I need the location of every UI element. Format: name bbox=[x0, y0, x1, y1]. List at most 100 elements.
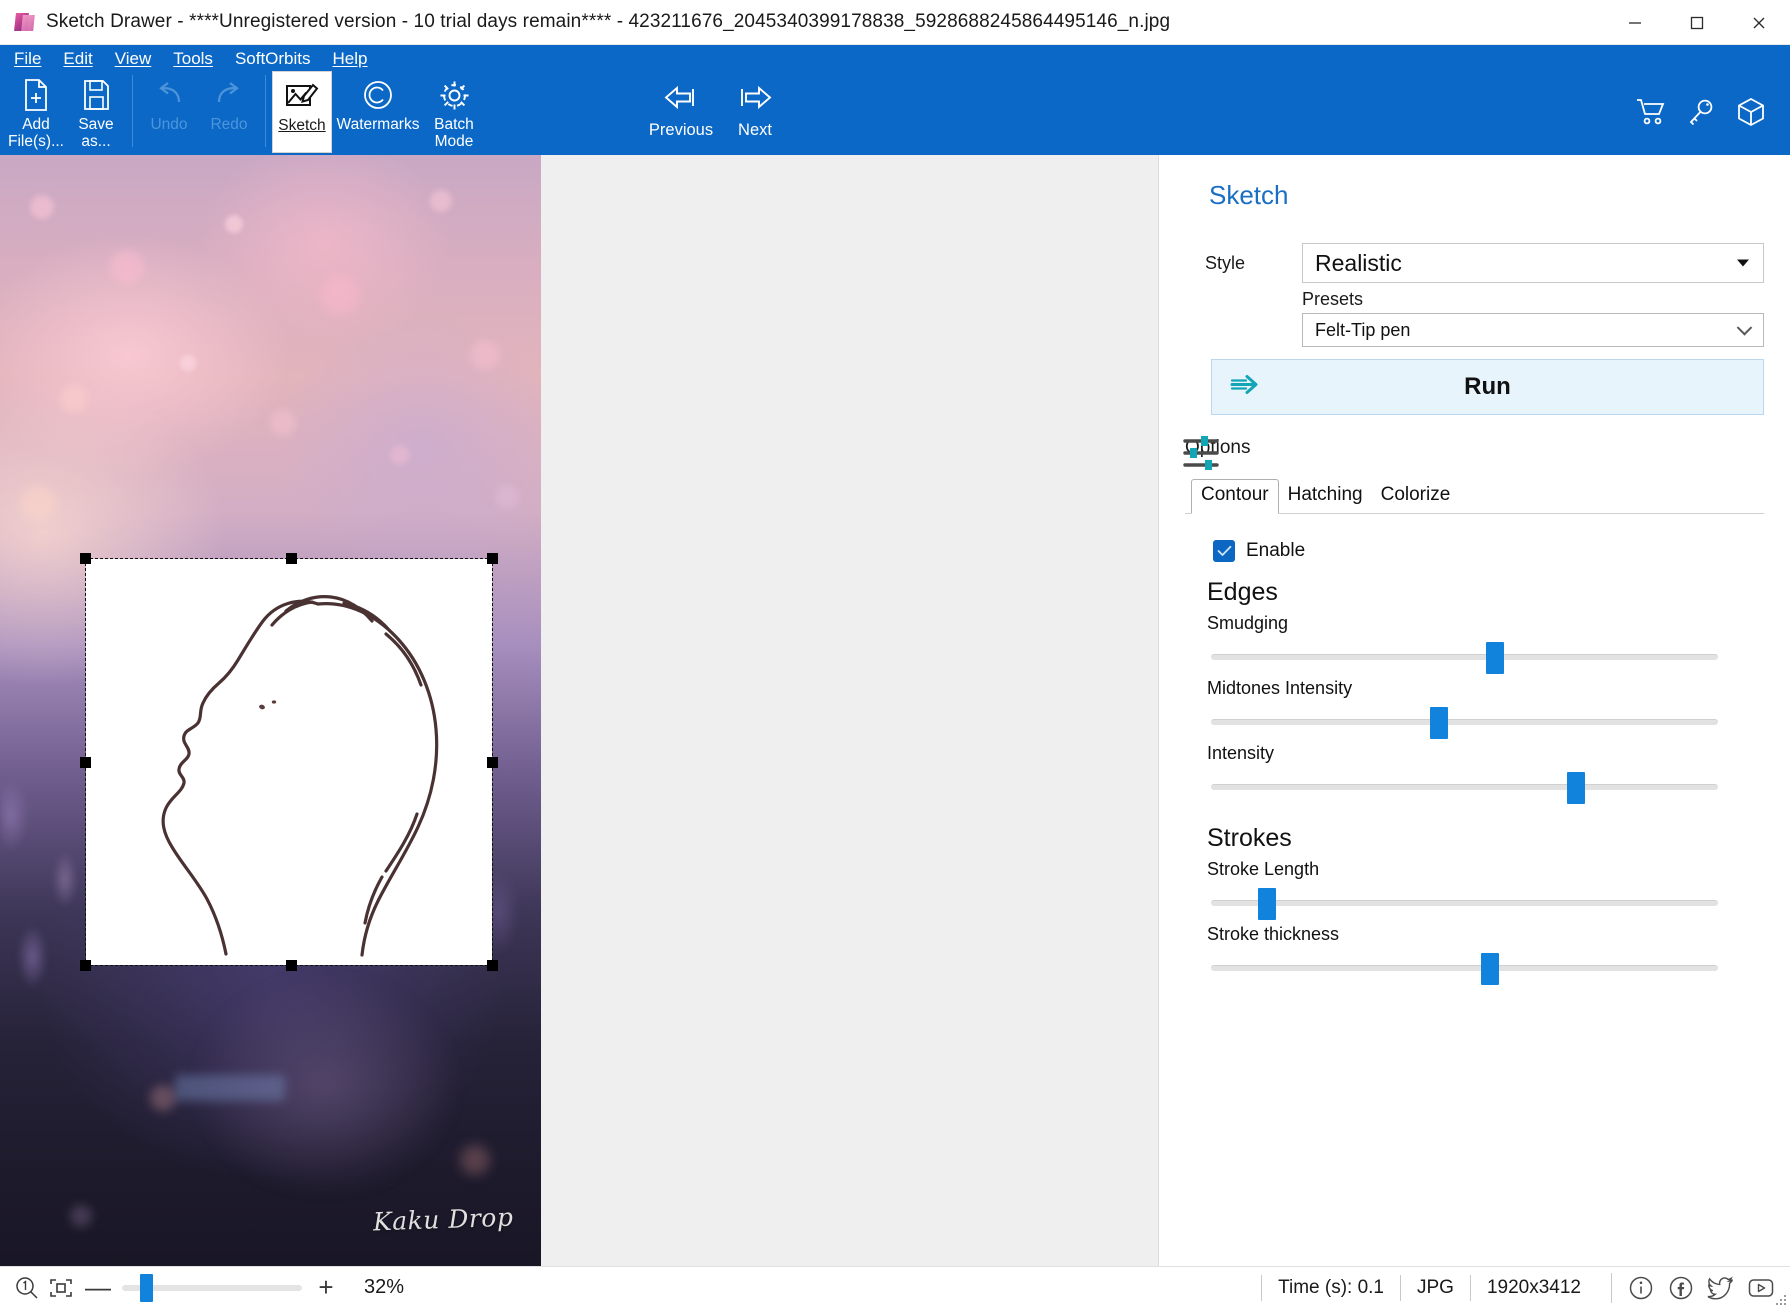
key-icon[interactable] bbox=[1684, 95, 1718, 129]
toolbar-save-as[interactable]: Save as... bbox=[66, 71, 126, 153]
close-button[interactable] bbox=[1728, 0, 1790, 45]
resize-handle-w[interactable] bbox=[80, 757, 91, 768]
menu-file[interactable]: File bbox=[14, 50, 41, 67]
toolbar-batch-mode-label: Batch Mode bbox=[434, 116, 474, 150]
resize-handle-sw[interactable] bbox=[80, 960, 91, 971]
style-value: Realistic bbox=[1315, 249, 1402, 276]
presets-label: Presets bbox=[1302, 289, 1364, 309]
style-row: Style Realistic bbox=[1185, 243, 1764, 283]
resize-handle-s[interactable] bbox=[286, 960, 297, 971]
arrow-left-icon bbox=[662, 79, 700, 117]
image-watermark: Kaku Drop bbox=[372, 1202, 514, 1237]
toolbar-watermarks-label: Watermarks bbox=[336, 116, 420, 133]
run-button[interactable]: Run bbox=[1211, 359, 1764, 415]
title-bar: Sketch Drawer - ****Unregistered version… bbox=[0, 0, 1790, 45]
toolbar-redo-label: Redo bbox=[210, 116, 248, 133]
stroke-thickness-slider-thumb[interactable] bbox=[1480, 953, 1499, 985]
stroke-thickness-slider[interactable] bbox=[1211, 953, 1718, 985]
menu-help[interactable]: Help bbox=[333, 50, 368, 67]
info-icon[interactable] bbox=[1626, 1273, 1656, 1303]
midtones-intensity-slider[interactable] bbox=[1211, 707, 1718, 739]
presets-dropdown[interactable]: Felt-Tip pen bbox=[1302, 313, 1764, 347]
zoom-slider-thumb[interactable] bbox=[140, 1273, 153, 1302]
arrow-right-icon bbox=[736, 79, 774, 117]
window-title: Sketch Drawer - ****Unregistered version… bbox=[46, 11, 1171, 32]
stroke-thickness-label: Stroke thickness bbox=[1207, 924, 1340, 944]
menu-tools[interactable]: Tools bbox=[173, 50, 213, 67]
status-bar-right: Time (s): 0.1 JPG 1920x3412 bbox=[1261, 1272, 1790, 1303]
resize-handle-ne[interactable] bbox=[487, 553, 498, 564]
save-icon bbox=[81, 75, 111, 115]
intensity-label: Intensity bbox=[1207, 743, 1275, 763]
tab-contour[interactable]: Contour bbox=[1191, 479, 1279, 514]
status-bar: — + 32% Time (s): 0.1 JPG 1920x3412 bbox=[0, 1266, 1790, 1308]
toolbar-undo-label: Undo bbox=[150, 116, 188, 133]
toolbar-previous[interactable]: Previous bbox=[644, 71, 718, 153]
youtube-icon[interactable] bbox=[1746, 1273, 1776, 1303]
toolbar-watermarks[interactable]: Watermarks bbox=[332, 71, 424, 153]
toolbar-separator-2 bbox=[265, 75, 266, 147]
toolbar-sketch[interactable]: Sketch bbox=[272, 71, 332, 153]
tab-contour-label: Contour bbox=[1201, 484, 1269, 505]
intensity-slider[interactable] bbox=[1211, 772, 1718, 804]
stroke-length-slider[interactable] bbox=[1211, 888, 1718, 920]
toolbar-batch-mode[interactable]: Batch Mode bbox=[424, 71, 484, 153]
toolbar: Add File(s)... Save as... Undo Redo Sket… bbox=[6, 71, 1790, 155]
enable-checkbox[interactable] bbox=[1213, 540, 1235, 562]
tab-hatching-label: Hatching bbox=[1287, 484, 1363, 505]
package-box-icon[interactable] bbox=[1734, 95, 1768, 129]
group-edges-title: Edges bbox=[1207, 578, 1278, 606]
style-dropdown[interactable]: Realistic bbox=[1302, 243, 1764, 283]
presets-sliders-icon bbox=[1181, 433, 1221, 473]
main-area: Kaku Drop Sketch Style Realistic Presets… bbox=[0, 155, 1790, 1266]
toolbar-separator-1 bbox=[132, 75, 133, 147]
intensity-slider-track bbox=[1211, 784, 1718, 790]
presets-block: Presets Felt-Tip pen bbox=[1302, 289, 1764, 347]
smudging-slider[interactable] bbox=[1211, 642, 1718, 674]
resize-handle-nw[interactable] bbox=[80, 553, 91, 564]
midtones-intensity-label: Midtones Intensity bbox=[1207, 678, 1353, 698]
run-button-label: Run bbox=[1464, 373, 1511, 400]
empty-workspace bbox=[541, 155, 1158, 1266]
toolbar-redo: Redo bbox=[199, 71, 259, 153]
toolbar-next[interactable]: Next bbox=[718, 71, 792, 153]
toolbar-add-files[interactable]: Add File(s)... bbox=[6, 71, 66, 153]
caret-down-icon bbox=[1737, 259, 1749, 267]
style-label: Style bbox=[1205, 252, 1246, 273]
app-logo-icon bbox=[14, 11, 36, 33]
add-file-icon bbox=[21, 75, 51, 115]
menu-edit[interactable]: Edit bbox=[63, 50, 92, 67]
resize-handle-se[interactable] bbox=[487, 960, 498, 971]
smudging-slider-thumb[interactable] bbox=[1485, 642, 1504, 674]
status-format: JPG bbox=[1400, 1274, 1470, 1301]
zoom-out-button[interactable]: — bbox=[78, 1271, 118, 1305]
enable-row[interactable]: Enable bbox=[1213, 540, 1764, 562]
resize-handle-e[interactable] bbox=[487, 757, 498, 768]
presets-value: Felt-Tip pen bbox=[1315, 319, 1411, 340]
maximize-button[interactable] bbox=[1666, 0, 1728, 45]
toolbar-previous-label: Previous bbox=[648, 121, 714, 139]
image-canvas[interactable]: Kaku Drop bbox=[0, 155, 541, 1266]
zoom-percent-label: 32% bbox=[364, 1276, 405, 1298]
facebook-icon[interactable] bbox=[1666, 1273, 1696, 1303]
shopping-cart-icon[interactable] bbox=[1634, 95, 1668, 129]
minimize-button[interactable] bbox=[1604, 0, 1666, 45]
zoom-in-button[interactable]: + bbox=[306, 1271, 346, 1305]
status-dimensions: 1920x3412 bbox=[1469, 1274, 1597, 1301]
tab-hatching[interactable]: Hatching bbox=[1279, 480, 1372, 513]
fit-to-window-icon[interactable] bbox=[44, 1271, 78, 1305]
sketch-selection[interactable] bbox=[80, 553, 498, 971]
chevron-down-icon bbox=[1736, 320, 1753, 336]
intensity-slider-thumb[interactable] bbox=[1567, 772, 1586, 804]
zoom-slider[interactable] bbox=[122, 1271, 302, 1305]
resize-grip[interactable] bbox=[1775, 1293, 1787, 1305]
options-label: Options bbox=[1185, 437, 1251, 458]
menu-softorbits[interactable]: SoftOrbits bbox=[235, 50, 311, 67]
menu-view[interactable]: View bbox=[115, 50, 152, 67]
twitter-icon[interactable] bbox=[1706, 1273, 1736, 1303]
stroke-length-slider-thumb[interactable] bbox=[1257, 888, 1276, 920]
zoom-one-to-one-icon[interactable] bbox=[10, 1271, 44, 1305]
tab-colorize[interactable]: Colorize bbox=[1372, 480, 1460, 513]
midtones-intensity-slider-thumb[interactable] bbox=[1430, 707, 1449, 739]
resize-handle-n[interactable] bbox=[286, 553, 297, 564]
